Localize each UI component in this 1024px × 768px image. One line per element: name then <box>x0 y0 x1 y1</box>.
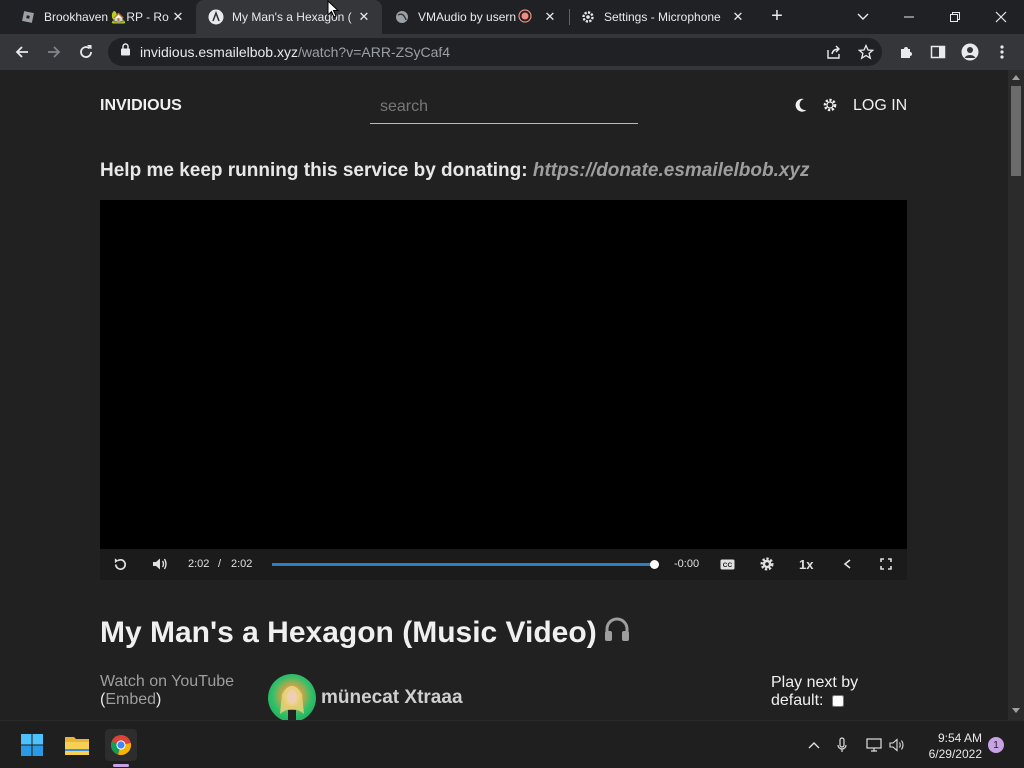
headphones-icon <box>603 616 631 650</box>
remaining-time: -0:00 <box>674 558 700 570</box>
video-title-text: My Man's a Hexagon (Music Video) <box>100 616 597 649</box>
tab-strip: Brookhaven 🏡RP - Ro ✕ My Man's a Hexagon… <box>0 0 1024 34</box>
watch-on-youtube-link[interactable]: Watch on YouTube <box>100 673 234 691</box>
video-player[interactable]: 2:02 / 2:02 -0:00 CC 1x <box>100 200 907 580</box>
channel-name[interactable]: münecat Xtraaa <box>321 687 463 709</box>
moon-icon[interactable] <box>794 97 810 113</box>
roblox-icon <box>20 9 36 25</box>
embed-link[interactable]: Embed <box>105 691 156 708</box>
back-button[interactable] <box>8 38 36 66</box>
captions-icon[interactable]: CC <box>718 555 736 573</box>
tab-title: Settings - Microphone <box>604 10 721 24</box>
share-icon[interactable] <box>840 555 854 573</box>
browser-toolbar: invidious.esmailelbob.xyz/watch?v=ARR-ZS… <box>0 34 1024 70</box>
tab-title: VMAudio by usern <box>418 10 517 24</box>
invidious-logo[interactable]: INVIDIOUS <box>100 97 182 115</box>
share-icon[interactable] <box>820 38 848 66</box>
invidious-icon <box>208 9 224 25</box>
lock-icon[interactable] <box>120 43 131 61</box>
playback-speed[interactable]: 1x <box>799 555 813 573</box>
duration: 2:02 <box>231 558 253 570</box>
embed-close-paren: ) <box>156 691 162 708</box>
donate-banner: Help me keep running this service by don… <box>100 160 809 182</box>
forward-button[interactable] <box>40 38 68 66</box>
page-viewport: INVIDIOUS LOG IN Help me keep running th… <box>0 70 1008 720</box>
time-separator: / <box>218 558 222 570</box>
close-icon[interactable]: ✕ <box>542 9 558 25</box>
windows-taskbar: 9:54 AM 6/29/2022 1 <box>0 720 1024 768</box>
donate-link[interactable]: https://donate.esmailelbob.xyz <box>533 160 810 181</box>
tab-vmaudio[interactable]: VMAudio by usern ✕ <box>382 0 568 34</box>
minimize-button[interactable] <box>886 0 932 34</box>
volume-icon[interactable] <box>150 555 170 573</box>
side-panel-icon[interactable] <box>924 38 952 66</box>
address-bar[interactable]: invidious.esmailelbob.xyz/watch?v=ARR-ZS… <box>108 38 882 66</box>
recording-icon <box>518 8 532 26</box>
login-link[interactable]: LOG IN <box>853 97 907 115</box>
play-next-toggle: Play next by default: <box>771 674 881 710</box>
close-icon[interactable]: ✕ <box>356 9 372 25</box>
close-window-button[interactable] <box>978 0 1024 34</box>
chrome-icon[interactable] <box>105 729 137 761</box>
reload-button[interactable] <box>72 38 100 66</box>
network-icon[interactable] <box>864 735 884 755</box>
svg-text:CC: CC <box>722 562 732 569</box>
settings-gear-icon[interactable] <box>758 555 776 573</box>
fullscreen-icon[interactable] <box>878 555 894 573</box>
settings-gear-icon <box>580 9 596 25</box>
play-next-checkbox[interactable] <box>831 694 844 707</box>
tab-invidious-active[interactable]: My Man's a Hexagon ( ✕ <box>196 0 382 34</box>
player-controls: 2:02 / 2:02 -0:00 CC 1x <box>100 549 907 580</box>
url-host: invidious.esmailelbob.xyz <box>140 44 298 60</box>
notification-badge[interactable]: 1 <box>988 737 1004 753</box>
url-path: /watch?v=ARR-ZSyCaf4 <box>297 44 451 60</box>
mouse-cursor-icon <box>327 0 339 18</box>
tab-title: Brookhaven 🏡RP - Ro <box>44 10 169 24</box>
system-clock[interactable]: 9:54 AM 6/29/2022 <box>914 730 982 762</box>
new-tab-button[interactable]: + <box>766 6 788 28</box>
close-icon[interactable]: ✕ <box>730 9 746 25</box>
scroll-thumb[interactable] <box>1011 86 1021 176</box>
scroll-up-arrow-icon[interactable] <box>1012 75 1020 80</box>
speaker-icon[interactable] <box>888 735 908 755</box>
microphone-icon[interactable] <box>832 735 852 755</box>
progress-knob[interactable] <box>650 560 659 569</box>
current-time: 2:02 <box>188 558 210 570</box>
tray-chevron-up-icon[interactable] <box>804 735 824 755</box>
active-app-indicator <box>113 764 129 767</box>
clock-date: 6/29/2022 <box>928 747 982 761</box>
bookmark-star-icon[interactable] <box>852 38 880 66</box>
tab-search-chevron-icon[interactable] <box>840 0 886 34</box>
profile-avatar-icon[interactable] <box>956 38 984 66</box>
windows-start-icon[interactable] <box>16 729 48 761</box>
page-scrollbar[interactable] <box>1008 70 1024 720</box>
video-title: My Man's a Hexagon (Music Video) <box>100 616 631 650</box>
tab-settings-microphone[interactable]: Settings - Microphone ✕ <box>570 0 756 34</box>
replay-icon[interactable] <box>110 555 130 573</box>
embed-line: (Embed) <box>100 691 161 709</box>
tab-brookhaven[interactable]: Brookhaven 🏡RP - Ro ✕ <box>0 0 196 34</box>
extensions-puzzle-icon[interactable] <box>892 38 920 66</box>
search-input[interactable] <box>370 90 638 124</box>
restore-button[interactable] <box>932 0 978 34</box>
progress-bar[interactable] <box>272 563 654 566</box>
globe-icon <box>394 9 410 25</box>
menu-kebab-icon[interactable] <box>988 38 1016 66</box>
channel-avatar[interactable] <box>268 674 316 720</box>
play-next-label: Play next by default: <box>771 674 859 709</box>
file-explorer-icon[interactable] <box>61 729 93 761</box>
donate-text: Help me keep running this service by don… <box>100 160 533 181</box>
close-icon[interactable]: ✕ <box>170 9 186 25</box>
clock-time: 9:54 AM <box>937 731 982 745</box>
scroll-down-arrow-icon[interactable] <box>1012 708 1020 713</box>
gear-icon[interactable] <box>822 97 838 113</box>
